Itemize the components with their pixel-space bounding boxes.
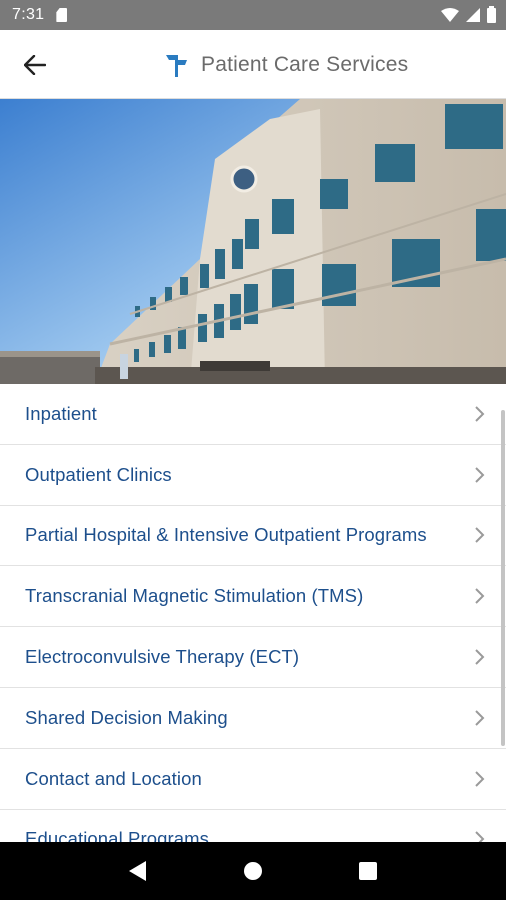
menu-item-outpatient-clinics[interactable]: Outpatient Clinics [0, 444, 506, 506]
sd-card-icon [56, 8, 68, 22]
menu-item-educational-programs[interactable]: Educational Programs [0, 809, 506, 842]
menu-item-label: Outpatient Clinics [25, 463, 172, 485]
chevron-right-icon [475, 527, 485, 544]
nav-home-button[interactable] [233, 851, 273, 891]
signpost-logo-icon [166, 55, 187, 77]
arrow-back-icon [24, 55, 46, 75]
menu-item-ect[interactable]: Electroconvulsive Therapy (ECT) [0, 627, 506, 688]
status-left: 7:31 [12, 6, 68, 24]
nav-recents-icon [359, 862, 378, 880]
chevron-right-icon [475, 710, 485, 726]
menu-item-shared-decision-making[interactable]: Shared Decision Making [0, 687, 506, 749]
nav-back-icon [128, 861, 146, 881]
app-bar: Patient Care Services [0, 30, 506, 99]
nav-recents-button[interactable] [348, 851, 388, 891]
scrollbar-thumb[interactable] [501, 410, 505, 746]
chevron-right-icon [475, 406, 485, 422]
menu-item-label: Electroconvulsive Therapy (ECT) [25, 646, 300, 668]
menu-item-tms[interactable]: Transcranial Magnetic Stimulation (TMS) [0, 566, 506, 628]
menu-list: Inpatient Outpatient Clinics Partial Hos… [0, 384, 506, 842]
status-time: 7:31 [12, 6, 45, 23]
chevron-right-icon [475, 770, 485, 787]
menu-item-contact-location[interactable]: Contact and Location [0, 748, 506, 810]
wifi-icon [441, 8, 459, 22]
menu-item-label: Transcranial Magnetic Stimulation (TMS) [25, 585, 364, 607]
menu-item-label: Educational Programs [25, 828, 210, 842]
chevron-right-icon [475, 588, 485, 604]
menu-item-label: Shared Decision Making [25, 706, 228, 728]
menu-item-label: Contact and Location [25, 767, 202, 789]
nav-back-button[interactable] [118, 851, 158, 891]
battery-icon [487, 5, 496, 23]
medical-building-photo [0, 99, 506, 384]
status-right [441, 5, 496, 23]
nav-home-icon [243, 862, 262, 880]
chevron-right-icon [475, 466, 485, 483]
page-title: Patient Care Services [201, 53, 409, 76]
status-bar: 7:31 [0, 0, 506, 30]
menu-item-label: Inpatient [25, 402, 97, 424]
signal-icon [466, 8, 480, 22]
hero-image [0, 99, 506, 384]
chevron-right-icon [475, 831, 485, 842]
back-button[interactable] [16, 48, 54, 82]
menu-item-label: Partial Hospital & Intensive Outpatient … [25, 524, 427, 546]
chevron-right-icon [475, 649, 485, 665]
menu-item-inpatient[interactable]: Inpatient [0, 384, 506, 445]
title-wrap: Patient Care Services [165, 52, 408, 78]
system-nav-bar [0, 842, 506, 900]
menu-item-partial-hospital[interactable]: Partial Hospital & Intensive Outpatient … [0, 505, 506, 567]
